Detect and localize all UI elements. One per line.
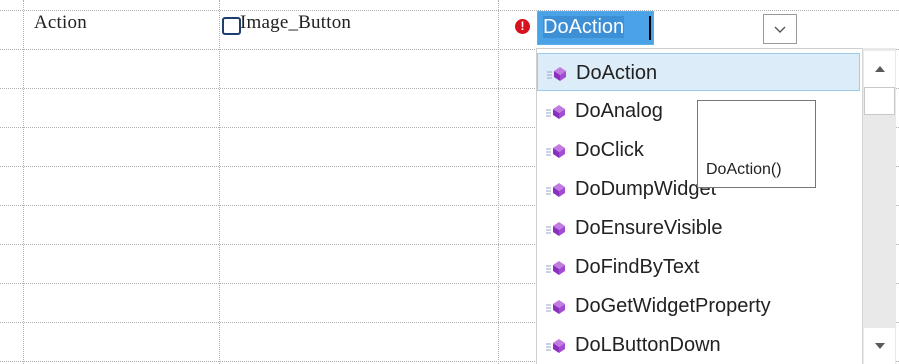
method-icon bbox=[546, 339, 565, 353]
chevron-down-icon bbox=[774, 26, 786, 33]
scroll-down-arrow-icon bbox=[874, 343, 885, 349]
method-icon bbox=[546, 105, 565, 119]
list-item[interactable]: DoLButtonDown bbox=[537, 326, 860, 364]
list-item[interactable]: DoAction bbox=[537, 53, 860, 91]
grid-col-line bbox=[23, 0, 24, 364]
method-icon bbox=[547, 67, 566, 81]
scroll-down-button[interactable] bbox=[864, 328, 895, 364]
list-item-label: DoFindByText bbox=[575, 256, 700, 278]
combobox-value: DoAction bbox=[543, 16, 625, 38]
method-icon bbox=[546, 222, 565, 236]
image-button-cell[interactable]: Image_Button bbox=[240, 12, 351, 34]
method-icon bbox=[546, 183, 565, 197]
method-icon bbox=[546, 261, 565, 275]
tooltip: DoAction() bbox=[697, 100, 816, 188]
list-item-label: DoClick bbox=[575, 139, 644, 161]
action-combobox[interactable]: DoAction bbox=[537, 11, 810, 45]
list-item-label: DoEnsureVisible bbox=[575, 217, 723, 239]
list-item-label: DoDumpWidget bbox=[575, 178, 717, 200]
list-item[interactable]: DoGetWidgetProperty bbox=[537, 287, 860, 325]
dropdown-list[interactable]: DoAction DoAnalog DoClick DoDumpWidget D… bbox=[536, 48, 896, 364]
method-icon bbox=[546, 300, 565, 314]
combobox-input[interactable]: DoAction bbox=[537, 11, 654, 45]
grid-col-line bbox=[219, 0, 220, 364]
scroll-up-arrow-icon bbox=[874, 66, 885, 72]
list-item-label: DoLButtonDown bbox=[575, 334, 721, 356]
list-item[interactable]: DoEnsureVisible bbox=[537, 209, 860, 247]
list-item-label: DoGetWidgetProperty bbox=[575, 295, 771, 317]
list-item[interactable]: DoFindByText bbox=[537, 248, 860, 286]
grid-col-line bbox=[498, 0, 499, 364]
method-icon bbox=[546, 144, 565, 158]
scroll-up-button[interactable] bbox=[864, 51, 895, 87]
scrollbar-thumb[interactable] bbox=[864, 87, 895, 115]
list-item-label: DoAction bbox=[576, 62, 658, 84]
list-item-label: DoAnalog bbox=[575, 100, 663, 122]
text-caret bbox=[649, 16, 651, 40]
checkbox-icon[interactable] bbox=[222, 17, 241, 35]
error-icon: ! bbox=[515, 19, 530, 34]
tooltip-text: DoAction() bbox=[706, 161, 782, 178]
dropdown-button[interactable] bbox=[763, 14, 797, 44]
action-cell[interactable]: Action bbox=[34, 12, 87, 34]
dropdown-scrollbar[interactable] bbox=[862, 48, 896, 364]
